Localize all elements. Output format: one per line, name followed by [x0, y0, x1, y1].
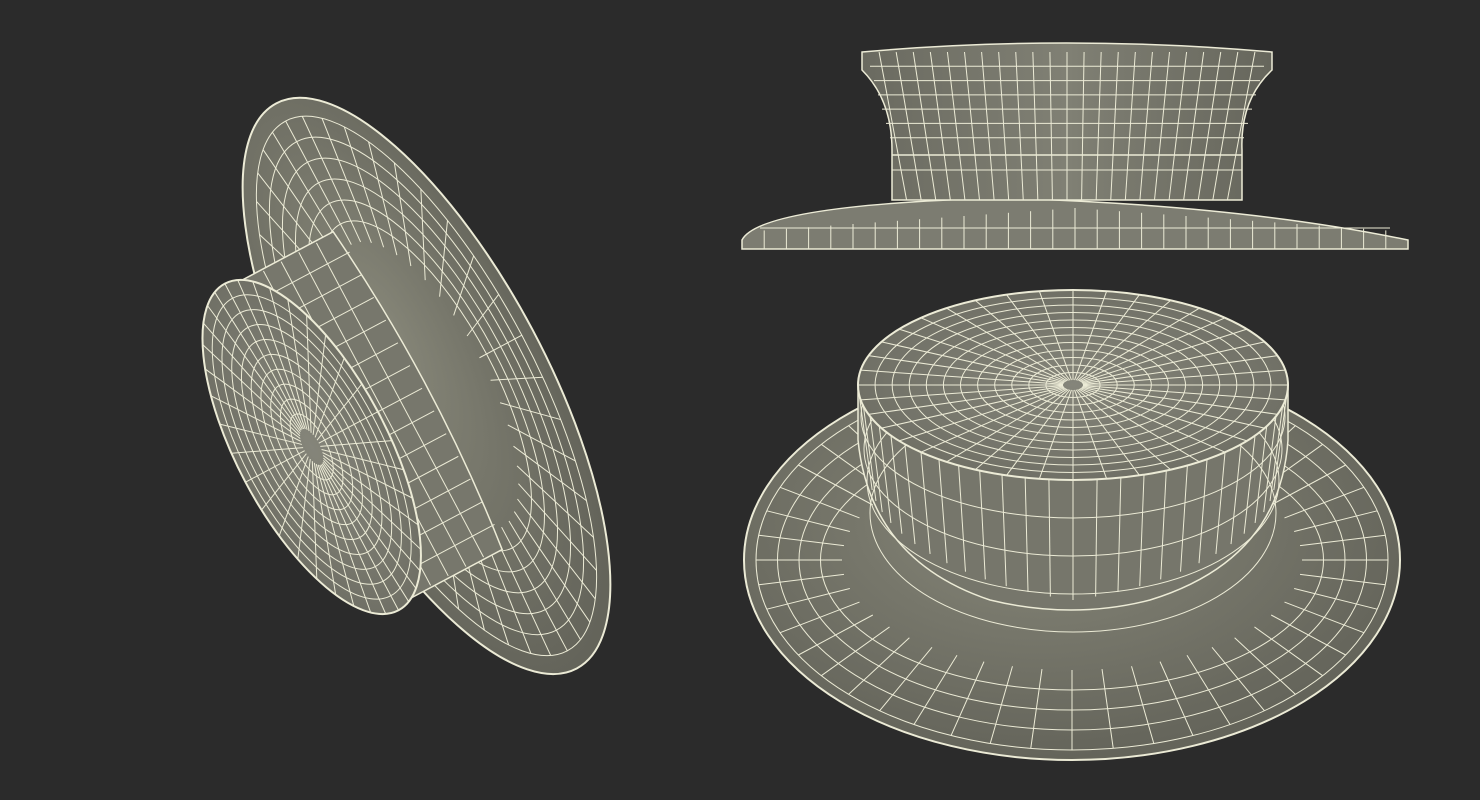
- render-canvas: [0, 0, 1480, 800]
- view-perspective-side: [201, 96, 612, 676]
- view-front-elevation: [741, 42, 1409, 250]
- view-top-perspective: [743, 289, 1401, 761]
